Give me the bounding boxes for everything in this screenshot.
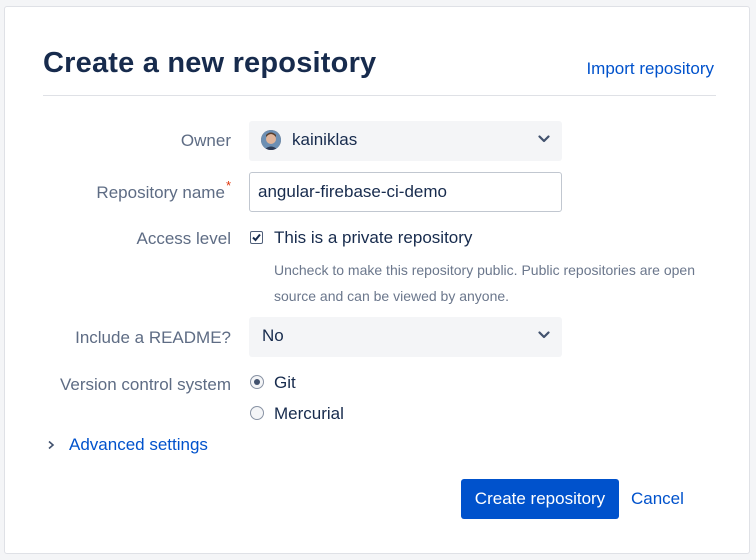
advanced-settings-label: Advanced settings (69, 435, 208, 454)
page-title: Create a new repository (43, 47, 377, 79)
git-radio[interactable] (250, 375, 264, 389)
owner-label: Owner (180, 131, 231, 150)
version-control-label: Version control system (59, 375, 231, 394)
readme-select[interactable]: No (249, 317, 562, 357)
repository-name-label-text: Repository name (96, 183, 225, 202)
owner-value: kainiklas (292, 130, 358, 149)
owner-select[interactable]: kainiklas (249, 121, 562, 161)
repository-name-label: Repository name* (41, 178, 231, 206)
cancel-link[interactable]: Cancel (631, 489, 684, 509)
create-repository-panel: Create a new repository Import repositor… (4, 6, 750, 554)
chevron-down-icon (538, 135, 550, 143)
radio-selected-dot (254, 379, 260, 385)
private-repository-label: This is a private repository (274, 228, 473, 247)
header-divider (43, 95, 716, 96)
mercurial-radio[interactable] (250, 406, 264, 420)
create-repository-button[interactable]: Create repository (461, 479, 619, 519)
chevron-down-icon (538, 331, 550, 339)
avatar (261, 130, 281, 150)
mercurial-option-label: Mercurial (274, 404, 344, 423)
git-option-label: Git (274, 373, 296, 392)
readme-label: Include a README? (75, 328, 231, 347)
import-repository-link[interactable]: Import repository (586, 59, 714, 79)
access-level-label: Access level (136, 229, 231, 248)
advanced-settings-toggle[interactable]: Advanced settings (47, 435, 208, 455)
readme-value: No (262, 326, 284, 345)
access-help-text: Uncheck to make this repository public. … (274, 262, 695, 304)
repository-name-input[interactable] (249, 172, 562, 212)
required-asterisk: * (225, 178, 231, 193)
private-repository-checkbox[interactable] (250, 231, 263, 244)
chevron-right-icon (47, 438, 57, 453)
checkmark-icon (252, 233, 261, 242)
